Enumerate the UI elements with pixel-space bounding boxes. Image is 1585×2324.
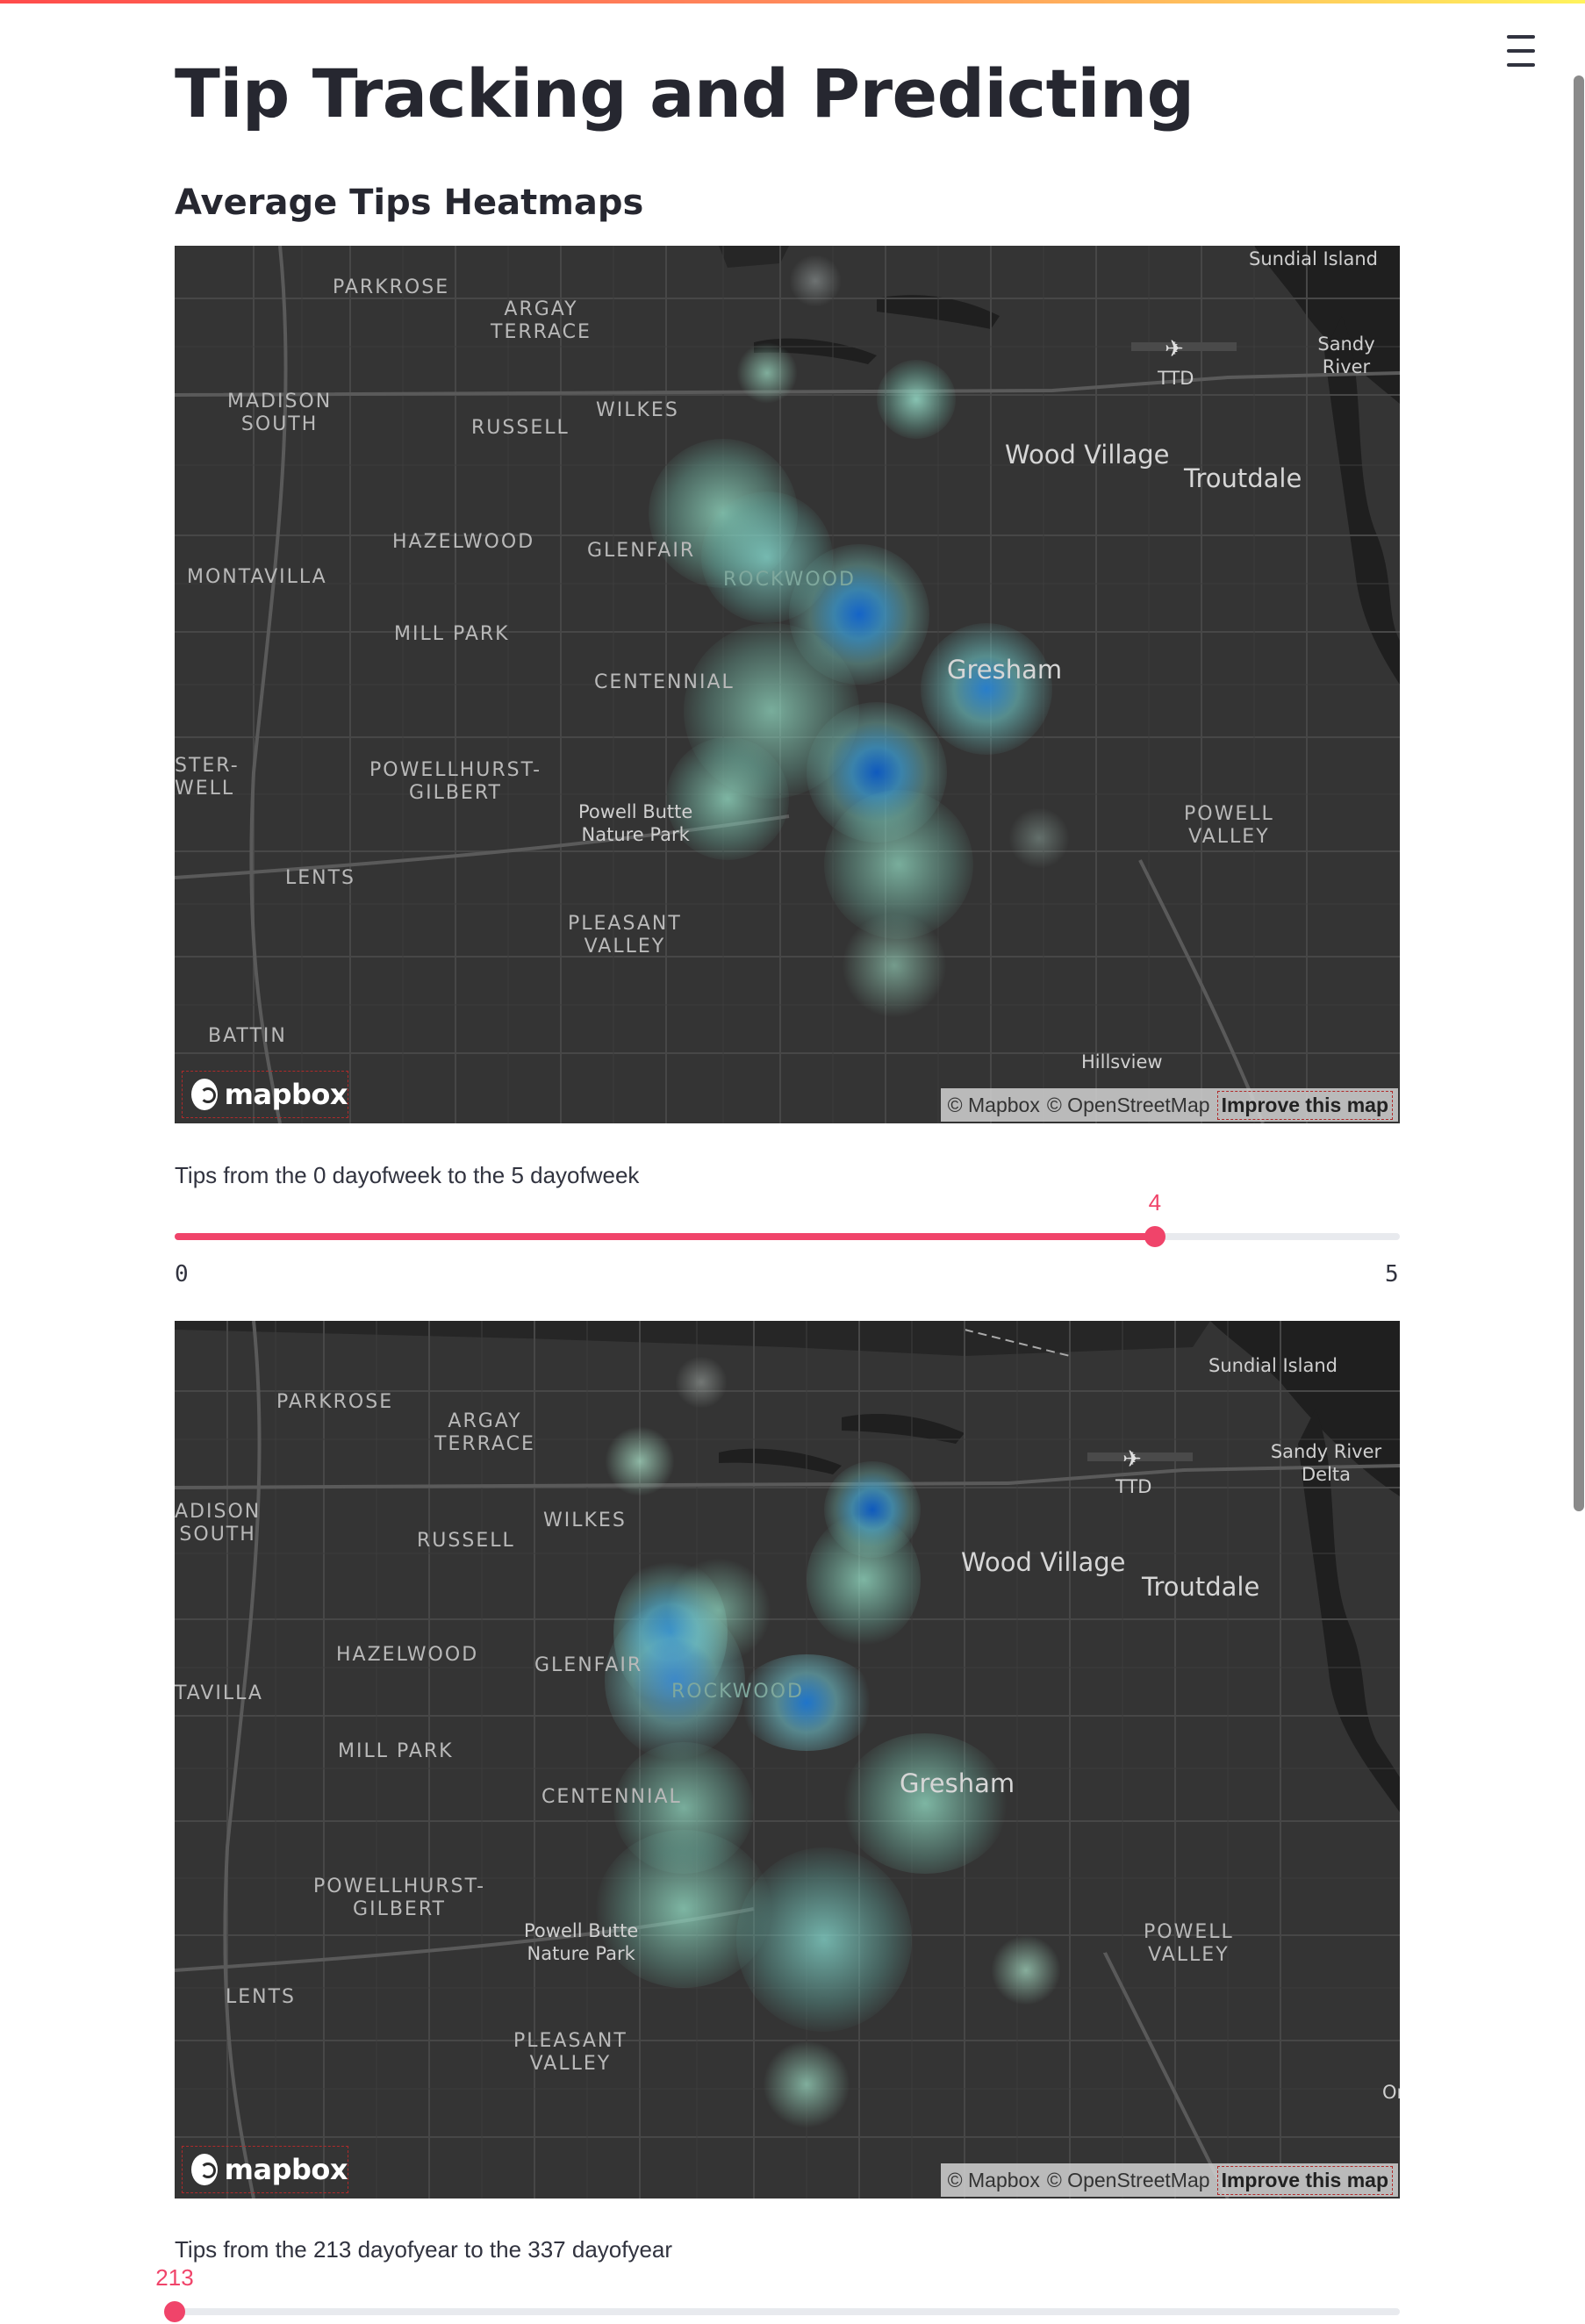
slider-fill — [175, 1233, 1155, 1240]
map-label-mill-park: MILL PARK — [394, 623, 510, 645]
map-label-glenfair: GLENFAIR — [587, 540, 696, 562]
map-label-troutdale: Troutdale — [1142, 1572, 1260, 1602]
map-label-orient: Or — [1382, 2082, 1400, 2103]
improve-map-link[interactable]: Improve this map — [1216, 2165, 1393, 2195]
menu-line — [1507, 35, 1535, 39]
map-label-pleasant-valley: PLEASANT VALLEY — [513, 2030, 628, 2075]
slider-thumb[interactable] — [164, 2301, 185, 2322]
mapbox-logo-text: mapbox — [224, 1078, 348, 1111]
map-label-powell-valley: POWELL VALLEY — [1184, 803, 1274, 848]
menu-line — [1507, 63, 1535, 67]
slider-current-value: 4 — [1148, 1189, 1162, 1216]
map-label-pleasant-valley: PLEASANT VALLEY — [568, 913, 682, 958]
map-label-lents: LENTS — [226, 1986, 297, 2008]
map-label-mill-park: MILL PARK — [338, 1740, 454, 1762]
map-label-rockwood: ROCKWOOD — [671, 1681, 804, 1703]
page-scrollbar[interactable] — [1574, 75, 1584, 1511]
map-attribution: © Mapbox © OpenStreetMap Improve this ma… — [940, 1088, 1398, 1122]
map-label-argay-terrace: ARGAY TERRACE — [491, 298, 592, 343]
map-label-foster-powell: STER- WELL — [175, 755, 240, 800]
map-label-hazelwood: HAZELWOOD — [336, 1644, 479, 1666]
map-label-lents: LENTS — [285, 867, 356, 889]
map-label-wood-village: Wood Village — [961, 1547, 1126, 1577]
airport-icon: ✈ — [1165, 335, 1184, 362]
slider-dayofweek-label: Tips from the 0 dayofweek to the 5 dayof… — [175, 1162, 640, 1188]
map-label-argay-terrace: ARGAY TERRACE — [434, 1410, 535, 1455]
map-label-powellhurst-gilbert: POWELLHURST- GILBERT — [313, 1876, 486, 1920]
map-label-powell-valley: POWELL VALLEY — [1144, 1921, 1234, 1966]
map-label-hillsview: Hillsview — [1081, 1051, 1163, 1072]
map-label-wilkes: WILKES — [543, 1510, 627, 1531]
mapbox-logo-icon — [191, 1079, 218, 1110]
map-label-sandy-river: Sandy River — [1317, 334, 1375, 377]
mapbox-attribution-link[interactable]: © Mapbox — [948, 2169, 1040, 2192]
map-label-russell: RUSSELL — [471, 417, 570, 439]
map-label-battin: BATTIN — [208, 1025, 287, 1047]
mapbox-attribution-link[interactable]: © Mapbox — [948, 1094, 1040, 1117]
slider-thumb[interactable] — [1144, 1226, 1165, 1247]
map-label-powell-butte: Powell Butte Nature Park — [524, 1920, 639, 1964]
map-label-rockwood: ROCKWOOD — [723, 569, 856, 591]
slider-dayofyear-label: Tips from the 213 dayofyear to the 337 d… — [175, 2236, 673, 2263]
map-label-montavilla: TAVILLA — [175, 1682, 263, 1704]
map-label-centennial: CENTENNIAL — [541, 1786, 682, 1808]
slider-current-value: 213 — [155, 2264, 194, 2291]
map-label-sundial-island: Sundial Island — [1249, 248, 1378, 269]
map-label-wilkes: WILKES — [596, 399, 679, 421]
page-title: Tip Tracking and Predicting — [175, 54, 1194, 133]
map-base-layer — [175, 246, 1400, 1123]
map-label-parkrose: PARKROSE — [333, 276, 450, 298]
map-label-gresham: Gresham — [947, 655, 1063, 685]
map-label-powellhurst-gilbert: POWELLHURST- GILBERT — [369, 759, 542, 804]
mapbox-logo[interactable]: mapbox — [182, 2146, 348, 2193]
map-label-glenfair: GLENFAIR — [534, 1654, 643, 1676]
airport-icon: ✈ — [1122, 1445, 1142, 1472]
heatmap-dayofweek[interactable]: PARKROSE ARGAY TERRACE MADISON SOUTH WIL… — [175, 246, 1400, 1123]
map-label-russell: RUSSELL — [417, 1530, 515, 1552]
map-label-centennial: CENTENNIAL — [594, 671, 735, 693]
map-label-troutdale: Troutdale — [1184, 463, 1302, 493]
slider-dayofyear[interactable]: 213 — [155, 2264, 1400, 2322]
map-label-madison-south: MADISON SOUTH — [227, 391, 333, 435]
osm-attribution-link[interactable]: © OpenStreetMap — [1047, 2169, 1210, 2192]
map-label-parkrose: PARKROSE — [276, 1391, 394, 1413]
slider-min-label: 0 — [175, 1261, 189, 1288]
map-label-sandy-river: Sandy River Delta — [1270, 1441, 1382, 1485]
hamburger-menu-icon[interactable] — [1503, 35, 1538, 67]
improve-map-link[interactable]: Improve this map — [1216, 1090, 1393, 1120]
map-label-montavilla: MONTAVILLA — [187, 566, 327, 588]
map-label-ttd: TTD — [1115, 1476, 1152, 1497]
map-label-ttd: TTD — [1158, 368, 1194, 389]
slider-max-label: 5 — [1385, 1261, 1399, 1288]
mapbox-logo-icon — [191, 2154, 218, 2185]
mapbox-logo-text: mapbox — [224, 2153, 348, 2186]
menu-line — [1507, 49, 1535, 53]
heatmap-dayofyear[interactable]: PARKROSE ARGAY TERRACE ADISON SOUTH WILK… — [175, 1321, 1400, 2198]
map-label-madison-south: ADISON SOUTH — [175, 1501, 262, 1546]
section-title: Average Tips Heatmaps — [175, 183, 644, 223]
mapbox-logo[interactable]: mapbox — [182, 1071, 348, 1118]
top-decoration-bar — [0, 0, 1585, 4]
osm-attribution-link[interactable]: © OpenStreetMap — [1047, 1094, 1210, 1117]
slider-dayofweek[interactable]: 4 — [175, 1189, 1400, 1247]
map-label-gresham: Gresham — [900, 1768, 1015, 1798]
map-label-hazelwood: HAZELWOOD — [392, 531, 535, 553]
map-label-powell-butte: Powell Butte Nature Park — [578, 801, 693, 845]
map-attribution: © Mapbox © OpenStreetMap Improve this ma… — [940, 2163, 1398, 2197]
map-label-wood-village: Wood Village — [1005, 440, 1170, 470]
map-label-sundial-island: Sundial Island — [1208, 1355, 1338, 1376]
